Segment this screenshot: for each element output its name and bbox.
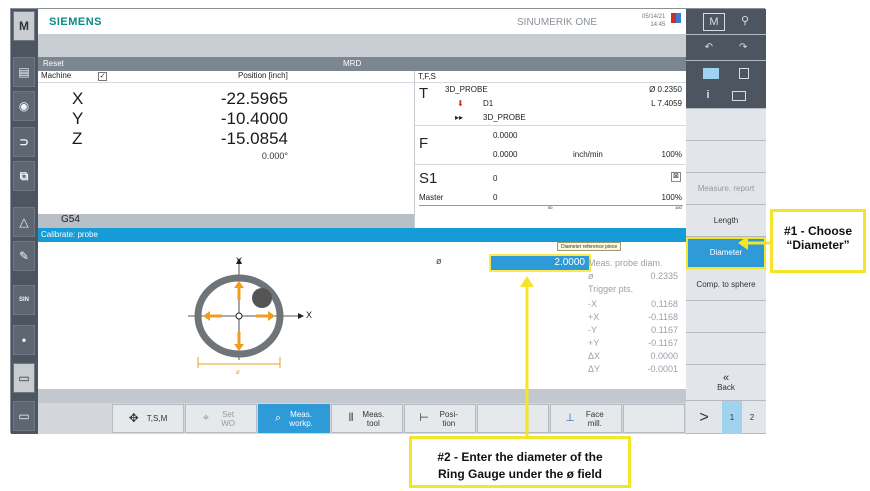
annotation-choose-diameter: #1 - Choose “Diameter”	[770, 209, 866, 273]
annotation-enter-diameter: #2 - Enter the diameter of the Ring Gaug…	[409, 436, 631, 488]
annotation-2-line-2: Ring Gauge under the ø field	[437, 467, 602, 481]
annotation-arrows	[520, 236, 770, 436]
annotation-2-line-1: #2 - Enter the diameter of the	[437, 450, 603, 464]
annotation-1-text: #1 - Choose “Diameter”	[783, 224, 852, 252]
